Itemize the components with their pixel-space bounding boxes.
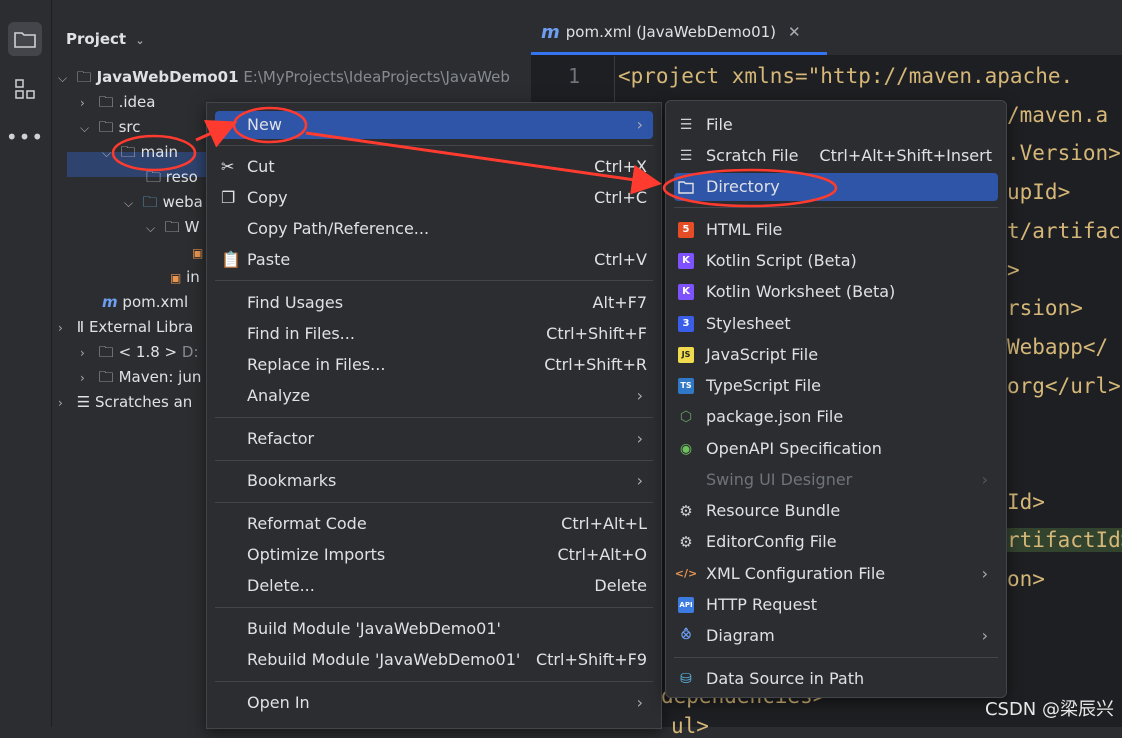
annotation-ellipse-directory (662, 168, 838, 208)
annotation-ellipse-main (111, 134, 197, 172)
annotation-ellipse-new (232, 106, 308, 144)
annotation-overlay (111, 106, 838, 208)
watermark: CSDN @梁辰兴 (984, 699, 1114, 720)
annotation-arrow-to-directory (305, 131, 662, 195)
annotation-arrow-to-new (195, 120, 238, 148)
